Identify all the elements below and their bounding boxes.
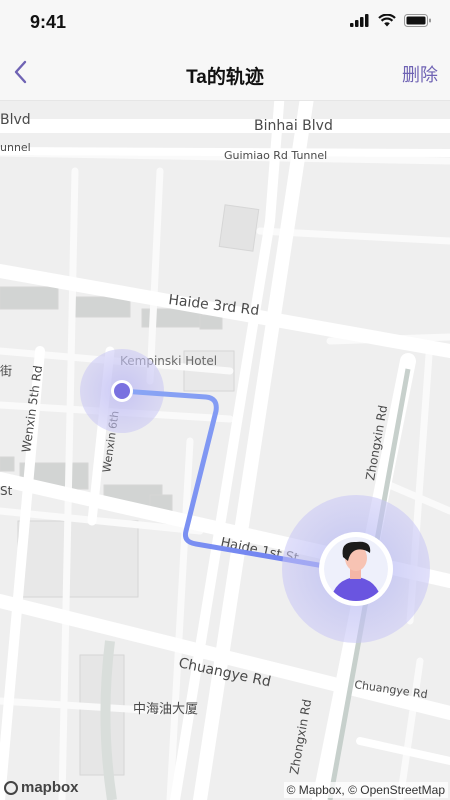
status-bar: 9:41 <box>0 0 450 44</box>
map-canvas[interactable]: Blvd Binhai Blvd unnel Guimiao Rd Tunnel… <box>0 101 450 800</box>
status-icons <box>350 14 432 27</box>
chevron-left-icon <box>14 60 27 84</box>
back-button[interactable] <box>0 44 40 100</box>
nav-bar: Ta的轨迹 删除 <box>0 44 450 101</box>
status-time: 9:41 <box>30 12 67 32</box>
label-guimiao-tunnel: Guimiao Rd Tunnel <box>224 149 327 162</box>
mapbox-logo-icon <box>4 780 18 795</box>
battery-icon <box>404 14 431 27</box>
page-title: Ta的轨迹 <box>186 67 264 88</box>
label-st-left: St <box>0 484 13 498</box>
label-binhai-left: Blvd <box>0 112 31 128</box>
label-binhai-blvd: Binhai Blvd <box>254 118 333 134</box>
map-view[interactable]: Blvd Binhai Blvd unnel Guimiao Rd Tunnel… <box>0 101 450 800</box>
mapbox-logo-text: mapbox <box>21 779 79 796</box>
label-tunnel-left: unnel <box>0 141 31 154</box>
start-point[interactable] <box>114 383 130 399</box>
label-street-cn: 街 <box>0 364 12 378</box>
delete-button[interactable]: 删除 <box>402 61 438 87</box>
current-location-marker[interactable] <box>319 532 393 606</box>
label-zhonghaiyou: 中海油大厦 <box>133 702 198 717</box>
mapbox-logo[interactable]: mapbox <box>4 779 79 796</box>
map-attribution[interactable]: © Mapbox, © OpenStreetMap <box>283 782 448 798</box>
signal-icon <box>350 14 369 27</box>
wifi-icon <box>378 14 396 27</box>
